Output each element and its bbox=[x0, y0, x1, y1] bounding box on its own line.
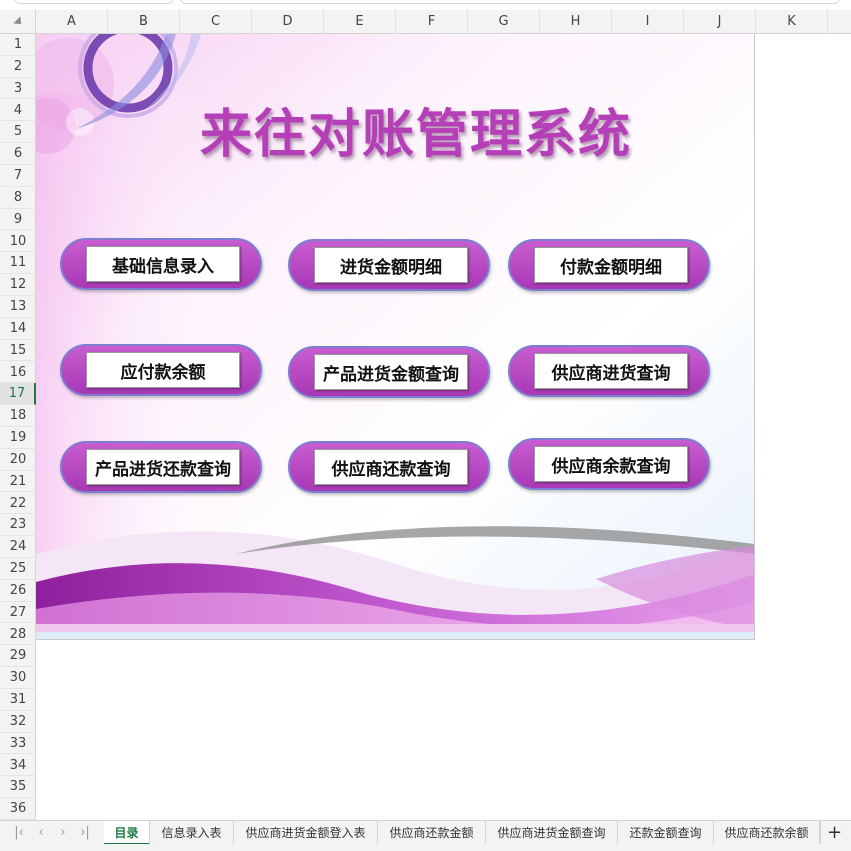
row-header-26[interactable]: 26 bbox=[0, 580, 36, 602]
column-header-d[interactable]: D bbox=[252, 10, 324, 34]
row-header-11[interactable]: 11 bbox=[0, 252, 36, 275]
column-header-b[interactable]: B bbox=[108, 10, 180, 34]
row-header-27[interactable]: 27 bbox=[0, 602, 36, 624]
column-header-a[interactable]: A bbox=[36, 10, 108, 34]
row-header-9[interactable]: 9 bbox=[0, 209, 36, 231]
payment-amount-detail-button[interactable]: 付款金额明细 bbox=[508, 239, 710, 291]
column-header-c[interactable]: C bbox=[180, 10, 252, 34]
row-header-12[interactable]: 12 bbox=[0, 274, 36, 296]
payable-balance-button[interactable]: 应付款余额 bbox=[60, 344, 262, 396]
row-header-23[interactable]: 23 bbox=[0, 514, 36, 537]
supplier-purchase-query-button[interactable]: 供应商进货查询 bbox=[508, 345, 710, 397]
row-header-17[interactable]: 17 bbox=[0, 383, 36, 406]
row-header-15[interactable]: 15 bbox=[0, 340, 36, 362]
product-repayment-query-label: 产品进货还款查询 bbox=[86, 449, 240, 485]
row-header: 1 2 3 4 5 6 7 8 9 10 11 12 13 14 15 16 17 18 19 20 21 22 23 24 2… bbox=[0, 34, 36, 820]
product-repayment-query-button[interactable]: 产品进货还款查询 bbox=[60, 441, 262, 493]
supplier-repayment-query-button[interactable]: 供应商还款查询 bbox=[288, 441, 490, 493]
first-sheet-icon[interactable]: |‹ bbox=[8, 821, 30, 845]
column-header-g[interactable]: G bbox=[468, 10, 540, 34]
product-purchase-query-button[interactable]: 产品进货金额查询 bbox=[288, 346, 490, 398]
purchase-amount-detail-button[interactable]: 进货金额明细 bbox=[288, 239, 490, 291]
supplier-balance-query-label: 供应商余款查询 bbox=[534, 446, 688, 482]
column-header-f[interactable]: F bbox=[396, 10, 468, 34]
row-header-30[interactable]: 30 bbox=[0, 667, 36, 689]
row-header-29[interactable]: 29 bbox=[0, 645, 36, 668]
row-header-25[interactable]: 25 bbox=[0, 558, 36, 580]
dashboard-panel: 来往对账管理系统 基础信息录入 进货金额明细 付款金额明细 应付款余额 产品进货… bbox=[36, 34, 755, 640]
tab-supplier-repayment[interactable]: 供应商还款金额 bbox=[378, 821, 486, 845]
row-header-32[interactable]: 32 bbox=[0, 711, 36, 733]
column-header: A B C D E F G H I J K bbox=[0, 10, 851, 34]
row-header-3[interactable]: 3 bbox=[0, 78, 36, 100]
next-sheet-icon[interactable]: › bbox=[52, 821, 74, 845]
payment-amount-detail-label: 付款金额明细 bbox=[534, 247, 688, 283]
row-header-7[interactable]: 7 bbox=[0, 165, 36, 187]
formula-bar-strip bbox=[0, 0, 851, 10]
product-purchase-query-label: 产品进货金额查询 bbox=[314, 354, 468, 390]
row-header-35[interactable]: 35 bbox=[0, 776, 36, 799]
status-bar bbox=[0, 844, 851, 851]
supplier-repayment-query-label: 供应商还款查询 bbox=[314, 449, 468, 485]
row-header-1[interactable]: 1 bbox=[0, 34, 36, 56]
row-header-5[interactable]: 5 bbox=[0, 121, 36, 144]
purchase-amount-detail-label: 进货金额明细 bbox=[314, 247, 468, 283]
column-header-i[interactable]: I bbox=[612, 10, 684, 34]
row-header-28[interactable]: 28 bbox=[0, 624, 36, 646]
row-header-2[interactable]: 2 bbox=[0, 56, 36, 78]
formula-input[interactable] bbox=[180, 0, 840, 4]
row-header-34[interactable]: 34 bbox=[0, 755, 36, 777]
row-header-18[interactable]: 18 bbox=[0, 405, 36, 427]
last-sheet-icon[interactable]: ›| bbox=[74, 821, 96, 845]
add-sheet-button[interactable]: + bbox=[820, 821, 848, 845]
row-header-31[interactable]: 31 bbox=[0, 689, 36, 711]
tab-repayment-query[interactable]: 还款金额查询 bbox=[618, 821, 714, 845]
supplier-purchase-query-label: 供应商进货查询 bbox=[534, 353, 688, 389]
column-header-k[interactable]: K bbox=[756, 10, 828, 34]
dashboard-title: 来往对账管理系统 bbox=[199, 104, 632, 165]
tab-supplier-purchase-entry[interactable]: 供应商进货金额登入表 bbox=[234, 821, 378, 845]
row-header-21[interactable]: 21 bbox=[0, 471, 36, 493]
row-header-24[interactable]: 24 bbox=[0, 536, 36, 558]
column-header-j[interactable]: J bbox=[684, 10, 756, 34]
row-header-16[interactable]: 16 bbox=[0, 362, 36, 384]
name-box[interactable] bbox=[14, 0, 174, 4]
basic-info-entry-button[interactable]: 基础信息录入 bbox=[60, 238, 262, 290]
row-header-10[interactable]: 10 bbox=[0, 231, 36, 253]
row-header-33[interactable]: 33 bbox=[0, 733, 36, 755]
row-header-6[interactable]: 6 bbox=[0, 143, 36, 165]
column-header-e[interactable]: E bbox=[324, 10, 396, 34]
sheet-tab-bar: |‹ ‹ › ›| 目录 信息录入表 供应商进货金额登入表 供应商还款金额 供应… bbox=[0, 820, 851, 845]
tab-supplier-purchase-query[interactable]: 供应商进货金额查询 bbox=[486, 821, 618, 845]
row-header-22[interactable]: 22 bbox=[0, 493, 36, 515]
supplier-balance-query-button[interactable]: 供应商余款查询 bbox=[508, 438, 710, 490]
row-header-13[interactable]: 13 bbox=[0, 296, 36, 318]
select-all-icon bbox=[13, 16, 25, 28]
row-header-4[interactable]: 4 bbox=[0, 100, 36, 122]
basic-info-entry-label: 基础信息录入 bbox=[86, 246, 240, 282]
row-header-36[interactable]: 36 bbox=[0, 798, 36, 820]
tab-catalog[interactable]: 目录 bbox=[104, 821, 150, 845]
spreadsheet-window: A B C D E F G H I J K 1 2 3 4 5 6 7 8 9 10 11 12 13 1… bbox=[0, 0, 851, 851]
row-header-19[interactable]: 19 bbox=[0, 427, 36, 449]
tab-supplier-repayment-balance[interactable]: 供应商还款余额 bbox=[714, 821, 820, 845]
tab-info-entry[interactable]: 信息录入表 bbox=[150, 821, 234, 845]
prev-sheet-icon[interactable]: ‹ bbox=[30, 821, 52, 845]
column-header-h[interactable]: H bbox=[540, 10, 612, 34]
row-header-8[interactable]: 8 bbox=[0, 187, 36, 209]
row-header-14[interactable]: 14 bbox=[0, 318, 36, 340]
select-all-corner[interactable] bbox=[0, 10, 36, 34]
payable-balance-label: 应付款余额 bbox=[86, 352, 240, 388]
row-header-20[interactable]: 20 bbox=[0, 449, 36, 471]
